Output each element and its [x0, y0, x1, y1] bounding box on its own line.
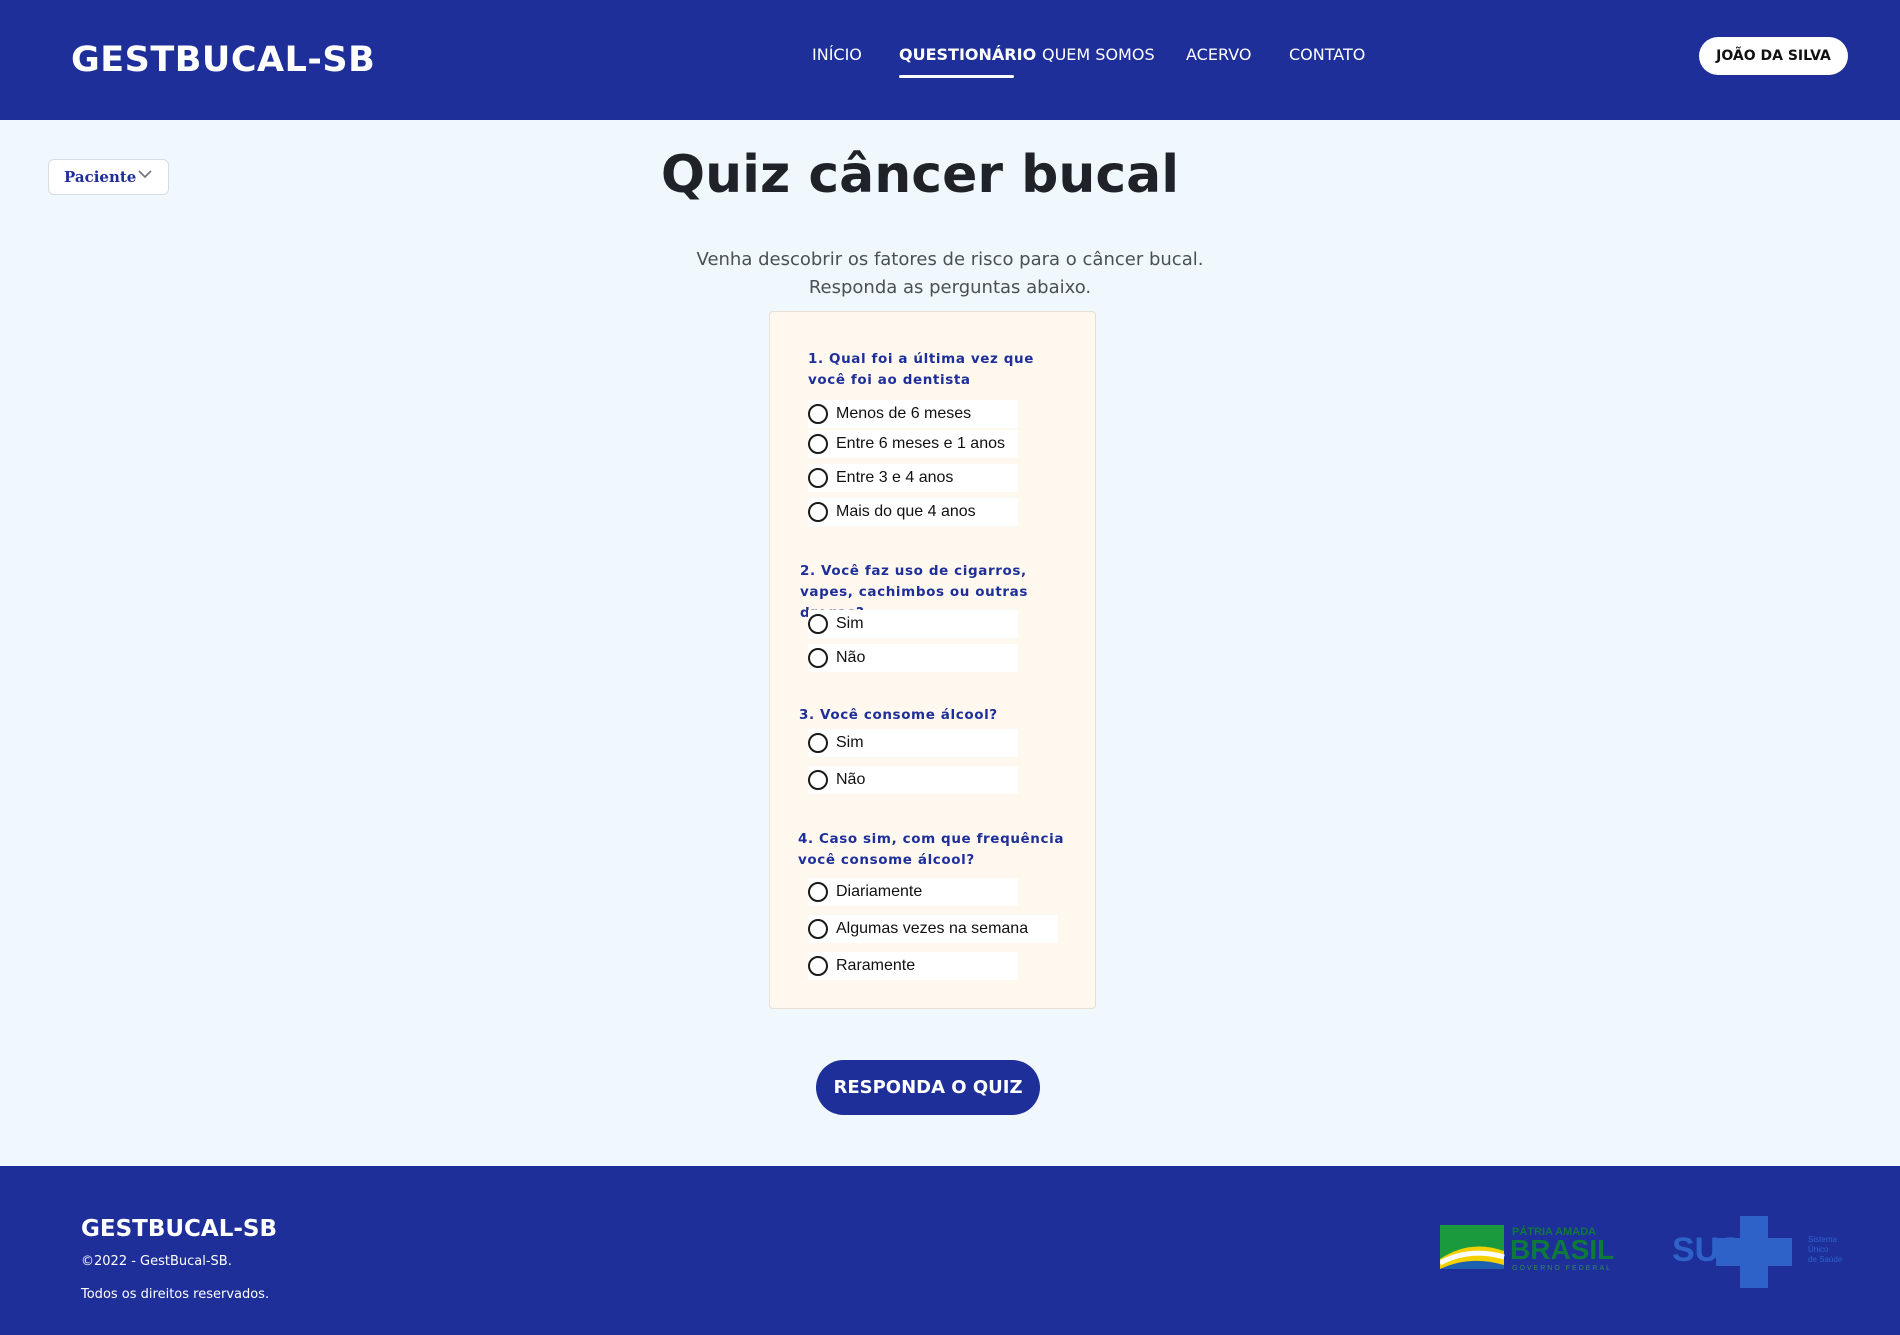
svg-text:GOVERNO FEDERAL: GOVERNO FEDERAL: [1512, 1265, 1612, 1272]
radio-icon[interactable]: [808, 614, 828, 634]
question-title-1: 1. Qual foi a última vez que você foi ao…: [808, 351, 1034, 388]
quiz-option[interactable]: Mais do que 4 anos: [808, 498, 1018, 526]
radio-icon[interactable]: [808, 434, 828, 454]
option-label: Sim: [836, 615, 864, 632]
nav-quem-somos[interactable]: QUEM SOMOS: [1042, 45, 1155, 64]
option-label: Mais do que 4 anos: [836, 503, 976, 520]
quiz-option[interactable]: Sim: [808, 610, 1018, 638]
footer-brand: GESTBUCAL-SB: [81, 1216, 278, 1242]
quiz-option[interactable]: Sim: [808, 729, 1018, 757]
radio-icon[interactable]: [808, 919, 828, 939]
svg-text:Único: Único: [1808, 1245, 1829, 1254]
option-label: Entre 6 meses e 1 anos: [836, 435, 1005, 452]
svg-text:Sistema: Sistema: [1808, 1235, 1837, 1244]
page-title: Quiz câncer bucal: [660, 145, 1180, 205]
radio-icon[interactable]: [808, 733, 828, 753]
footer-copyright: ©2022 - GestBucal-SB.: [81, 1254, 232, 1269]
user-account-button[interactable]: JOÃO DA SILVA: [1699, 37, 1848, 75]
radio-icon[interactable]: [808, 956, 828, 976]
quiz-option[interactable]: Não: [808, 766, 1018, 794]
option-label: Menos de 6 meses: [836, 405, 972, 422]
option-label: Algumas vezes na semana: [836, 920, 1029, 937]
option-label: Entre 3 e 4 anos: [836, 469, 954, 486]
option-label: Raramente: [836, 957, 916, 974]
nav-acervo[interactable]: ACERVO: [1186, 45, 1251, 64]
footer: GESTBUCAL-SB ©2022 - GestBucal-SB. Todos…: [0, 1166, 1900, 1335]
quiz-option[interactable]: Algumas vezes na semana: [808, 915, 1058, 943]
quiz-option[interactable]: Diariamente: [808, 878, 1018, 906]
quiz-option[interactable]: Menos de 6 meses: [808, 400, 1018, 428]
quiz-card: 1. Qual foi a última vez que você foi ao…: [769, 311, 1096, 1009]
nav-questionario[interactable]: QUESTIONÁRIO: [899, 45, 1036, 64]
radio-icon[interactable]: [808, 502, 828, 522]
footer-rights: Todos os direitos reservados.: [81, 1287, 270, 1302]
brand-logo[interactable]: GESTBUCAL-SB: [71, 40, 375, 80]
top-navbar: GESTBUCAL-SB INÍCIO QUESTIONÁRIO QUEM SO…: [0, 0, 1900, 120]
quiz-option[interactable]: Entre 3 e 4 anos: [808, 464, 1018, 492]
svg-text:de Saúde: de Saúde: [1808, 1255, 1843, 1264]
option-label: Não: [836, 771, 866, 788]
radio-icon[interactable]: [808, 404, 828, 424]
nav-contato[interactable]: CONTATO: [1289, 45, 1365, 64]
option-label: Sim: [836, 734, 864, 751]
question-title-4: 4. Caso sim, com que frequência você con…: [798, 831, 1065, 868]
quiz-option[interactable]: Entre 6 meses e 1 anos: [808, 430, 1018, 458]
radio-icon[interactable]: [808, 648, 828, 668]
page-subtitle: Venha descobrir os fatores de risco para…: [696, 249, 1204, 298]
quiz-option[interactable]: Raramente: [808, 952, 1018, 980]
quiz-option[interactable]: Não: [808, 644, 1018, 672]
radio-icon[interactable]: [808, 770, 828, 790]
svg-text:BRASIL: BRASIL: [1510, 1234, 1614, 1265]
governo-federal-logo: PÁTRIA AMADA BRASIL GOVERNO FEDERAL: [1440, 1225, 1614, 1272]
submit-quiz-button[interactable]: RESPONDA O QUIZ: [816, 1060, 1040, 1115]
option-label: Não: [836, 649, 866, 666]
nav-inicio[interactable]: INÍCIO: [812, 45, 862, 64]
option-label: Diariamente: [836, 883, 923, 900]
nav-active-underline: [899, 75, 1014, 78]
radio-icon[interactable]: [808, 882, 828, 902]
sus-logo: SUS Sistema Único de Saúde: [1672, 1216, 1843, 1288]
radio-icon[interactable]: [808, 468, 828, 488]
question-title-3: 3. Você consome álcool?: [799, 707, 998, 723]
